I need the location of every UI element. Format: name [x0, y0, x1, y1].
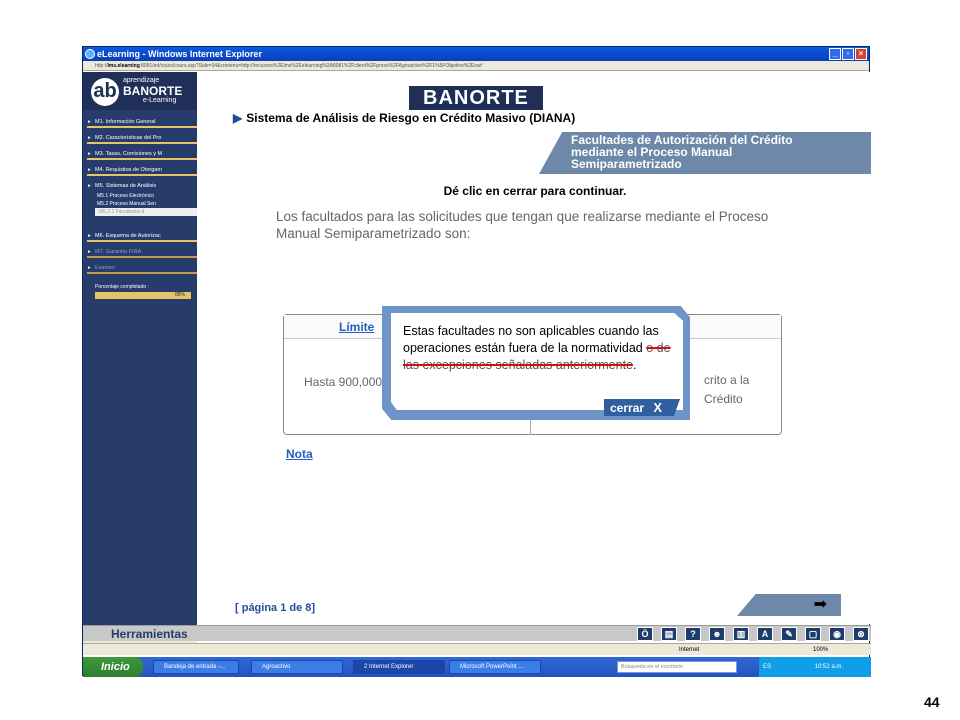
sidebar: ab aprendizaje BANORTE e-Learning M1. In… [83, 72, 197, 647]
clock: 10:52 a.m. [814, 664, 844, 670]
progress-label: Porcentaje completado : [95, 284, 149, 290]
close-x-icon: X [653, 400, 663, 415]
sidebar-item-m7[interactable]: M7. Garantía FIRA [87, 246, 197, 258]
system-title-text: Sistema de Análisis de Riesgo en Crédito… [246, 111, 576, 125]
progress-bar: 88% [95, 292, 191, 299]
nota-link[interactable]: Nota [286, 447, 313, 461]
task-outlook[interactable]: Bandeja de entrada -... [153, 660, 239, 674]
start-button[interactable]: Inicio [83, 657, 143, 677]
status-bar: Internet 100% [83, 643, 871, 655]
glossary-icon[interactable]: A [757, 627, 773, 641]
logo-line3: e-Learning [142, 97, 177, 104]
banorte-header: BANORTE [199, 72, 871, 110]
cerrar-label: cerrar [610, 401, 645, 415]
slide-number: 44 [924, 694, 940, 710]
exit-icon[interactable]: ⊗ [853, 627, 869, 641]
language-indicator[interactable]: ES [763, 664, 771, 670]
system-title: ▶ Sistema de Análisis de Riesgo en Crédit… [233, 111, 575, 125]
popup-text: Estas facultades no son aplicables cuand… [403, 324, 659, 355]
minimize-button[interactable]: _ [829, 48, 841, 60]
sidebar-item-m5[interactable]: M5. Sistemas de Análisis [87, 180, 197, 192]
notes-icon[interactable]: ✎ [781, 627, 797, 641]
sidebar-item-m2[interactable]: M2. Características del Pro [87, 132, 197, 144]
internet-zone: Internet [679, 647, 700, 653]
audio-icon[interactable]: Ö [637, 627, 653, 641]
address-bar[interactable]: http://lms.elearning:8081/ed/cours/cours… [83, 61, 869, 71]
ie-icon [85, 49, 95, 59]
maximize-button[interactable]: ▫ [842, 48, 854, 60]
sidebar-subitem-m5-2[interactable]: M5.2 Proceso Manual Sen [87, 200, 197, 208]
address-domain: lms.elearning [107, 63, 140, 69]
task-ie[interactable]: 2 Internet Explorer [353, 660, 445, 674]
page-indicator: [ página 1 de 8] [235, 602, 316, 614]
sidebar-subitem-m5-2-1[interactable]: M5.2.1 Facultades d [95, 208, 197, 216]
task-agroactivo[interactable]: Agroactivo [251, 660, 343, 674]
help-icon[interactable]: ? [685, 627, 701, 641]
faculty-cell-line2: Crédito [704, 392, 743, 406]
section-line-3: Semiparametrizado [571, 157, 682, 171]
system-tray: ES 10:52 a.m. [759, 657, 871, 677]
main-content: BANORTE ▶ Sistema de Análisis de Riesgo e… [199, 72, 871, 624]
address-url: :8081/ed/cours/cours.asp?Side=34&contenu… [139, 63, 482, 69]
logo-line2: BANORTE [123, 84, 183, 98]
sidebar-subitem-m5-1[interactable]: M5.1 Proceso Electrónico [87, 192, 197, 200]
sidebar-item-m1[interactable]: M1. Información General [87, 116, 197, 128]
library-icon[interactable]: ▥ [733, 627, 749, 641]
task-powerpoint[interactable]: Microsoft PowerPoint ... [449, 660, 541, 674]
course-menu: M1. Información General M2. Característi… [87, 116, 197, 299]
browser-window: eLearning - Windows Internet Explorer _ … [82, 46, 871, 677]
zoom-level[interactable]: 100% [813, 644, 828, 656]
faculty-cell: crito a la Crédito [704, 371, 749, 409]
section-ribbon: Facultades de Autorización del Crédito m… [539, 132, 871, 174]
play-icon: ▶ [233, 111, 243, 125]
window-title: eLearning - Windows Internet Explorer [97, 49, 262, 59]
next-button[interactable]: ➡ [737, 594, 841, 616]
sidebar-item-m6[interactable]: M6. Esquema de Autorizac [87, 230, 197, 242]
logo: ab aprendizaje BANORTE e-Learning [83, 72, 197, 110]
popup-text-end: . [633, 358, 637, 372]
close-button[interactable]: × [855, 48, 867, 60]
intro-text: Los facultados para las solicitudes que … [276, 209, 769, 241]
desktop-search-input[interactable]: Búsqueda en el escritorio [617, 661, 737, 673]
title-bar: eLearning - Windows Internet Explorer _ … [83, 47, 869, 61]
sidebar-item-examen[interactable]: Examen [87, 262, 197, 274]
banorte-logo: BANORTE [409, 86, 543, 110]
print-icon[interactable]: ▤ [661, 627, 677, 641]
cerrar-button[interactable]: cerrar X [604, 399, 680, 416]
tools-label: Herramientas [111, 627, 188, 641]
sidebar-item-m3[interactable]: M3. Tasas, Comisiones y M [87, 148, 197, 160]
sidebar-item-m4[interactable]: M4. Requisitos de Otorgam [87, 164, 197, 176]
user-icon[interactable]: ☻ [709, 627, 725, 641]
arrow-right-icon: ➡ [813, 596, 827, 613]
faculty-cell-line1: crito a la [704, 373, 750, 387]
limite-tab[interactable]: Límite [339, 320, 374, 334]
view-icon[interactable]: ◉ [829, 627, 845, 641]
tools-bar: Herramientas Ö ▤ ? ☻ ▥ A ✎ ▢ ◉ ⊗ [83, 625, 871, 641]
logo-mark: ab [91, 78, 119, 106]
window-icon[interactable]: ▢ [805, 627, 821, 641]
taskbar: Inicio Bandeja de entrada -... Agroactiv… [83, 657, 871, 677]
popup-body: Estas facultades no son aplicables cuand… [391, 313, 683, 410]
limit-cell: Hasta 900,000 [304, 375, 383, 389]
instruction-text: Dé clic en cerrar para continuar. [443, 184, 627, 198]
